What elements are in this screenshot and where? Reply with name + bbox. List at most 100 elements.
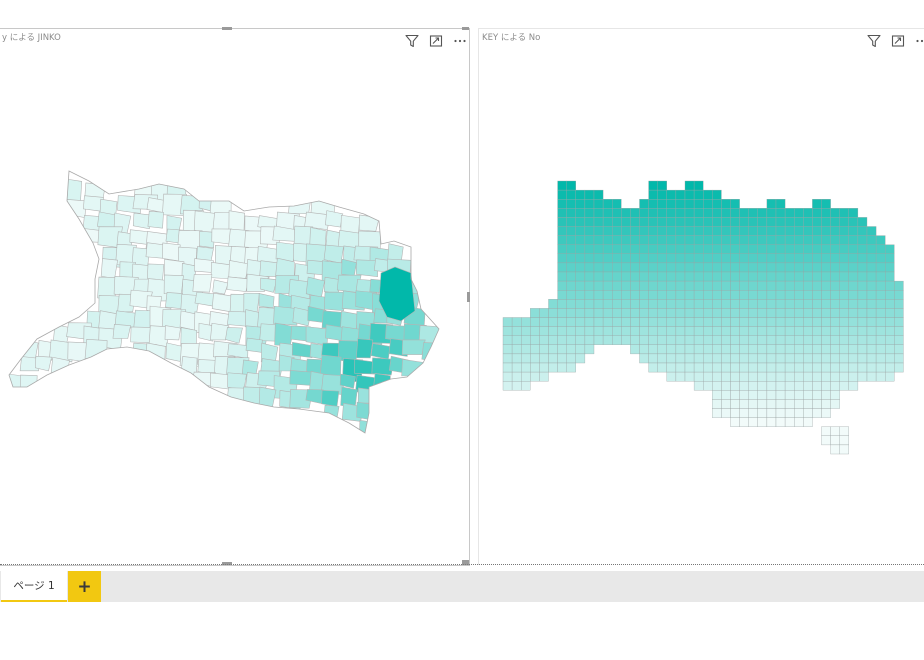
grid-cell[interactable] xyxy=(684,244,695,254)
grid-cell[interactable] xyxy=(875,262,886,273)
grid-cell[interactable] xyxy=(612,280,622,291)
grid-cell[interactable] xyxy=(675,335,686,345)
map-region[interactable] xyxy=(288,194,312,214)
grid-cell[interactable] xyxy=(739,208,749,218)
grid-cell[interactable] xyxy=(866,371,877,382)
grid-cell[interactable] xyxy=(875,235,886,245)
grid-cell[interactable] xyxy=(684,253,695,264)
grid-cell[interactable] xyxy=(784,308,795,318)
grid-cell[interactable] xyxy=(757,344,768,355)
grid-cell[interactable] xyxy=(693,217,704,227)
grid-cell[interactable] xyxy=(648,280,658,291)
grid-cell[interactable] xyxy=(584,244,595,254)
grid-cell[interactable] xyxy=(657,244,667,254)
grid-cell[interactable] xyxy=(794,317,804,327)
grid-cell[interactable] xyxy=(784,353,795,364)
grid-cell[interactable] xyxy=(848,235,859,245)
grid-cell[interactable] xyxy=(648,290,658,300)
map-region[interactable] xyxy=(323,276,340,295)
grid-cell[interactable] xyxy=(821,426,831,436)
grid-cell[interactable] xyxy=(794,390,804,400)
grid-cell[interactable] xyxy=(657,208,667,218)
grid-cell[interactable] xyxy=(657,290,667,300)
grid-cell[interactable] xyxy=(766,244,777,254)
grid-cell[interactable] xyxy=(730,226,740,236)
grid-cell[interactable] xyxy=(866,344,877,355)
grid-cell[interactable] xyxy=(703,335,713,345)
grid-cell[interactable] xyxy=(803,326,813,336)
grid-cell[interactable] xyxy=(730,262,740,273)
grid-cell[interactable] xyxy=(712,390,722,400)
grid-cell[interactable] xyxy=(739,299,749,309)
grid-cell[interactable] xyxy=(794,371,804,382)
grid-cell[interactable] xyxy=(875,344,886,355)
grid-cell[interactable] xyxy=(593,335,604,345)
grid-cell[interactable] xyxy=(766,271,777,282)
grid-cell[interactable] xyxy=(548,308,558,318)
grid-cell[interactable] xyxy=(693,335,704,345)
grid-cell[interactable] xyxy=(739,417,749,427)
grid-cell[interactable] xyxy=(602,244,613,254)
resize-handle-right[interactable] xyxy=(467,292,470,302)
grid-cell[interactable] xyxy=(857,253,868,264)
grid-cell[interactable] xyxy=(639,344,649,355)
grid-cell[interactable] xyxy=(648,317,658,327)
grid-cell[interactable] xyxy=(848,271,859,282)
grid-cell[interactable] xyxy=(675,326,686,336)
grid-cell[interactable] xyxy=(648,353,658,364)
map-region[interactable] xyxy=(192,274,213,293)
grid-cell[interactable] xyxy=(803,244,813,254)
grid-cell[interactable] xyxy=(721,235,731,245)
grid-cell[interactable] xyxy=(557,308,567,318)
grid-cell[interactable] xyxy=(566,244,576,254)
grid-cell[interactable] xyxy=(675,244,686,254)
grid-cell[interactable] xyxy=(502,381,513,391)
grid-cell[interactable] xyxy=(675,299,686,309)
grid-cell[interactable] xyxy=(748,290,758,300)
grid-cell[interactable] xyxy=(812,253,822,264)
tokyo-choropleth-map[interactable] xyxy=(0,29,469,565)
grid-cell[interactable] xyxy=(502,335,513,345)
grid-cell[interactable] xyxy=(684,217,695,227)
map-region[interactable] xyxy=(370,343,391,360)
grid-cell[interactable] xyxy=(712,235,722,245)
grid-cell[interactable] xyxy=(857,335,868,345)
grid-cell[interactable] xyxy=(848,308,859,318)
grid-cell[interactable] xyxy=(703,317,713,327)
grid-cell[interactable] xyxy=(830,290,840,300)
grid-cell[interactable] xyxy=(848,226,859,236)
grid-cell[interactable] xyxy=(784,326,795,336)
grid-cell[interactable] xyxy=(748,308,758,318)
grid-cell[interactable] xyxy=(784,399,795,409)
map-region[interactable] xyxy=(305,276,326,298)
grid-cell[interactable] xyxy=(721,344,731,355)
grid-cell[interactable] xyxy=(857,326,868,336)
grid-cell[interactable] xyxy=(575,290,586,300)
grid-cell[interactable] xyxy=(894,335,904,345)
grid-cell[interactable] xyxy=(830,262,840,273)
grid-cell[interactable] xyxy=(857,353,868,364)
map-region[interactable] xyxy=(228,260,250,279)
grid-cell[interactable] xyxy=(693,353,704,364)
grid-cell[interactable] xyxy=(894,326,904,336)
grid-cell[interactable] xyxy=(684,362,695,373)
grid-cell[interactable] xyxy=(730,344,740,355)
grid-cell[interactable] xyxy=(766,280,777,291)
grid-cell[interactable] xyxy=(602,217,613,227)
grid-cell[interactable] xyxy=(648,344,658,355)
grid-cell[interactable] xyxy=(684,271,695,282)
grid-cell[interactable] xyxy=(739,335,749,345)
grid-cell[interactable] xyxy=(775,208,786,218)
map-region[interactable] xyxy=(226,276,249,292)
grid-cell[interactable] xyxy=(875,353,886,364)
grid-cell[interactable] xyxy=(748,244,758,254)
grid-cell[interactable] xyxy=(648,253,658,264)
grid-cell[interactable] xyxy=(821,408,831,418)
grid-cell[interactable] xyxy=(657,326,667,336)
grid-cell[interactable] xyxy=(612,253,622,264)
grid-cell[interactable] xyxy=(757,290,768,300)
grid-cell[interactable] xyxy=(803,280,813,291)
grid-cell[interactable] xyxy=(657,180,667,191)
grid-cell[interactable] xyxy=(794,262,804,273)
grid-cell[interactable] xyxy=(703,371,713,382)
